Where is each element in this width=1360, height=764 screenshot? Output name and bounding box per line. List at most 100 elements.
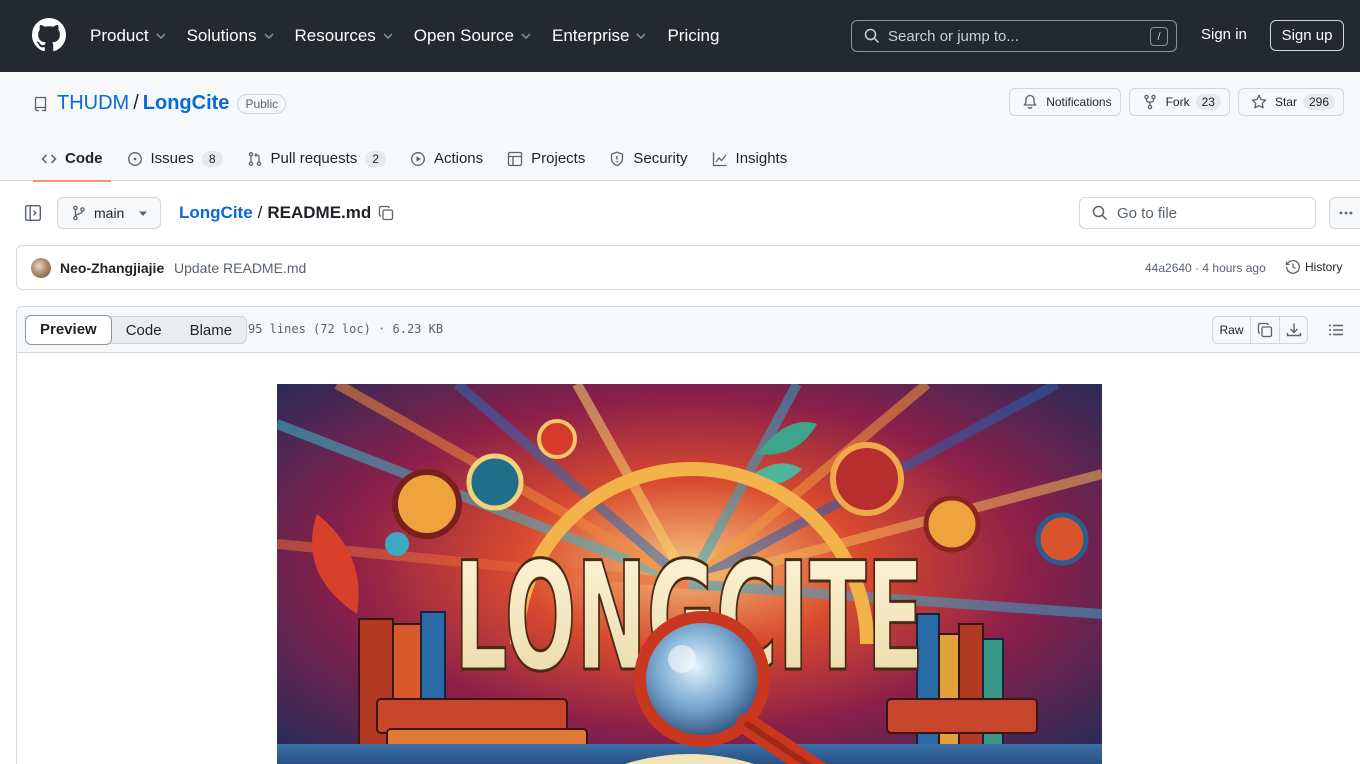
tab-insights-label: Insights (735, 150, 788, 167)
list-unordered-icon (1329, 324, 1343, 336)
fork-label: Fork (1165, 95, 1190, 109)
more-options-button[interactable] (1329, 197, 1360, 229)
tab-pull-requests[interactable]: Pull requests 2 (239, 136, 394, 181)
nav-open-source[interactable]: Open Source (414, 26, 532, 46)
nav-open-source-label: Open Source (413, 26, 514, 45)
file-viewer-header: Preview Code Blame 95 lines (72 loc) · 6… (17, 307, 1360, 353)
repo-title-separator: / (133, 92, 139, 114)
tab-insights[interactable]: Insights (704, 136, 796, 181)
chevron-down-icon (636, 33, 646, 39)
go-to-file-placeholder: Go to file (1117, 204, 1178, 222)
repo-title: THUDM / LongCite Public (33, 92, 287, 115)
copy-raw-button[interactable] (1251, 317, 1279, 343)
commit-meta: 44a2640 · 4 hours ago (1145, 261, 1266, 275)
sign-up-button[interactable]: Sign up (1270, 20, 1344, 51)
file-tree-toggle-button[interactable] (20, 199, 46, 227)
code-icon (41, 153, 57, 164)
pull-request-icon (248, 151, 261, 166)
tab-security-label: Security (633, 150, 688, 167)
tab-issues[interactable]: Issues 8 (119, 136, 231, 181)
latest-commit-bar: Neo-Zhangjiajie Update README.md 44a2640… (16, 245, 1360, 290)
tab-security[interactable]: Security (601, 136, 695, 181)
readme-banner-image: LONGCITE (277, 384, 1102, 764)
repo-tabs: Code Issues 8 Pull requests 2 Actions Pr… (33, 136, 803, 182)
tab-issues-count: 8 (201, 150, 223, 167)
git-branch-icon (73, 205, 85, 221)
nav-pricing-label: Pricing (667, 26, 720, 45)
view-mode-switcher: Preview Code Blame (25, 314, 248, 345)
shield-icon (611, 151, 624, 166)
triangle-down-icon (139, 211, 147, 216)
nav-enterprise-label: Enterprise (551, 26, 630, 45)
tab-actions[interactable]: Actions (402, 136, 491, 181)
bell-icon (1023, 94, 1037, 109)
commit-time: · 4 hours ago (1195, 261, 1266, 275)
file-breadcrumb: LongCite / README.md (179, 203, 394, 223)
nav-resources-label: Resources (294, 26, 376, 45)
copy-path-button[interactable] (378, 205, 394, 221)
copy-icon (379, 205, 394, 221)
outline-button[interactable] (1322, 316, 1350, 344)
sign-in-link[interactable]: Sign in (1201, 26, 1247, 43)
blame-mode-button[interactable]: Blame (176, 316, 247, 344)
visibility-badge: Public (237, 93, 287, 114)
chevron-down-icon (264, 33, 274, 39)
search-icon (864, 28, 880, 44)
nav-pricing[interactable]: Pricing (667, 26, 719, 46)
top-nav: Product Solutions Resources Open Source … (90, 0, 739, 72)
global-header: Product Solutions Resources Open Source … (0, 0, 1360, 72)
download-icon (1286, 323, 1301, 337)
preview-mode-button[interactable]: Preview (25, 314, 112, 345)
breadcrumb-repo-link[interactable]: LongCite (179, 203, 253, 223)
tab-code[interactable]: Code (33, 136, 111, 182)
breadcrumb-separator: / (257, 203, 263, 222)
nav-enterprise[interactable]: Enterprise (552, 26, 647, 46)
nav-solutions[interactable]: Solutions (187, 26, 275, 46)
nav-product-label: Product (90, 26, 149, 45)
chevron-down-icon (521, 33, 531, 39)
tab-pull-requests-count: 2 (365, 150, 386, 167)
file-action-group: Raw (1212, 316, 1308, 344)
history-label: History (1305, 260, 1343, 274)
tab-pull-requests-label: Pull requests (270, 150, 358, 167)
tab-projects[interactable]: Projects (499, 136, 593, 181)
longcite-banner-artwork: LONGCITE (277, 384, 1102, 764)
history-button[interactable]: History (1285, 259, 1342, 275)
download-raw-button[interactable] (1279, 317, 1307, 343)
kebab-horizontal-icon (1339, 211, 1353, 215)
star-icon (1251, 94, 1267, 109)
repo-icon (34, 96, 47, 111)
repo-actions: Notifications Fork 23 Star 296 (1001, 88, 1344, 116)
nav-product[interactable]: Product (90, 26, 167, 46)
branch-selector-button[interactable]: main (57, 197, 161, 229)
chevron-down-icon (156, 33, 166, 39)
nav-resources[interactable]: Resources (295, 26, 394, 46)
code-mode-button[interactable]: Code (112, 316, 176, 344)
commit-sha-link[interactable]: 44a2640 (1145, 261, 1192, 275)
graph-icon (712, 152, 727, 166)
star-count: 296 (1302, 94, 1335, 110)
raw-button[interactable]: Raw (1213, 317, 1251, 343)
fork-button[interactable]: Fork 23 (1128, 88, 1230, 116)
slash-shortcut-key: / (1150, 27, 1168, 46)
notifications-label: Notifications (1046, 95, 1112, 109)
go-to-file-input[interactable]: Go to file (1079, 197, 1316, 229)
commit-message-link[interactable]: Update README.md (174, 260, 306, 276)
copy-icon (1257, 322, 1273, 338)
repo-name-link[interactable]: LongCite (143, 92, 230, 115)
table-icon (508, 151, 523, 166)
search-icon (1092, 205, 1108, 221)
search-placeholder: Search or jump to... (888, 27, 1019, 45)
global-search-input[interactable]: Search or jump to... / (851, 20, 1177, 52)
author-avatar[interactable] (31, 258, 51, 278)
github-logo-icon[interactable] (32, 18, 66, 52)
notifications-button[interactable]: Notifications (1009, 88, 1121, 116)
repo-owner-link[interactable]: THUDM (57, 92, 129, 115)
commit-author-link[interactable]: Neo-Zhangjiajie (60, 260, 164, 276)
star-button[interactable]: Star 296 (1237, 88, 1344, 116)
history-icon (1285, 260, 1300, 274)
nav-solutions-label: Solutions (186, 26, 257, 45)
file-viewer: Preview Code Blame 95 lines (72 loc) · 6… (16, 306, 1360, 764)
tab-projects-label: Projects (531, 150, 586, 167)
branch-name: main (94, 205, 125, 221)
